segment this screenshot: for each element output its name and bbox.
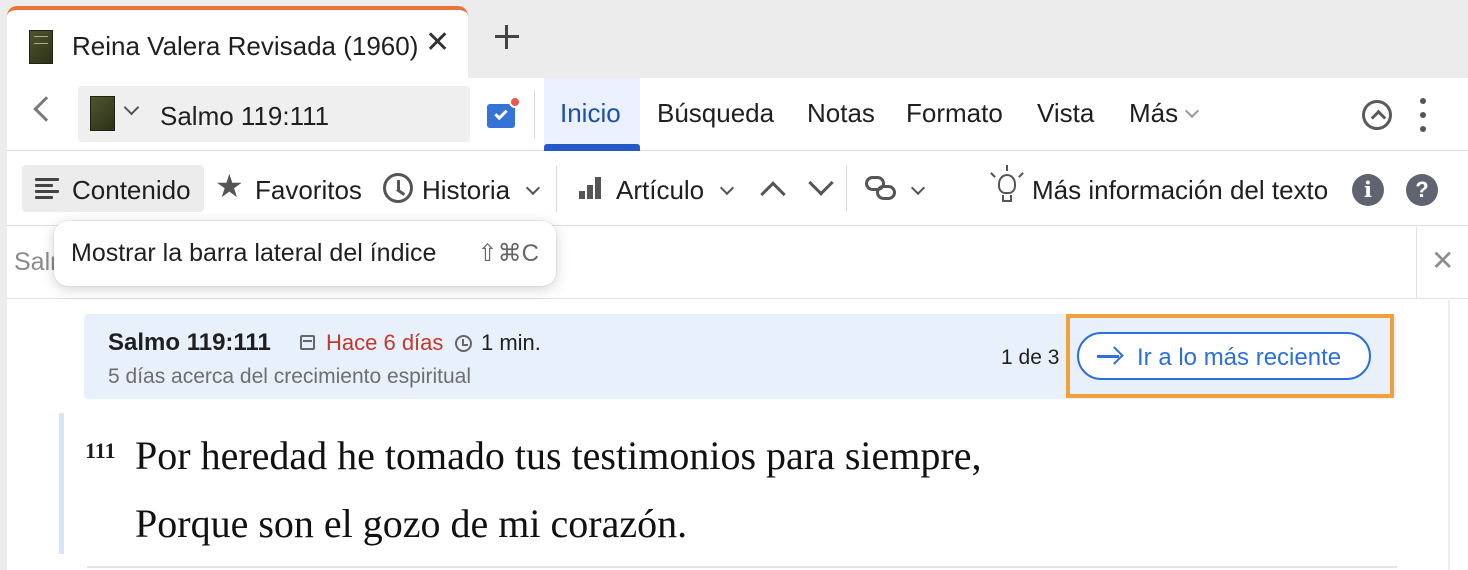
- help-icon[interactable]: ?: [1406, 174, 1438, 206]
- verse-line-2[interactable]: Porque son el gozo de mi corazón.: [135, 500, 687, 547]
- back-chevron-icon[interactable]: [33, 96, 59, 122]
- scrollbar[interactable]: [1448, 300, 1450, 570]
- collapse-up-icon[interactable]: [1362, 100, 1392, 130]
- notification-dot-icon: [509, 96, 521, 108]
- reference-text[interactable]: Salmo 119:111: [160, 101, 329, 132]
- articulo-button[interactable]: Artículo: [616, 175, 704, 206]
- link-icon[interactable]: [865, 176, 899, 202]
- list-icon: [35, 178, 59, 200]
- chevron-down-icon[interactable]: [123, 99, 140, 116]
- more-options-icon[interactable]: [1420, 98, 1426, 132]
- reader-panel: Salmo 119:111 Inicio Búsqueda Notas Form…: [7, 78, 1468, 570]
- reference-selector[interactable]: Salmo 119:111: [78, 86, 470, 142]
- divider: [556, 166, 557, 212]
- tooltip: Mostrar la barra lateral del índice ⇧⌘C: [54, 221, 556, 286]
- contenido-button[interactable]: Contenido: [22, 165, 204, 212]
- verse-highlight-bar: [59, 413, 64, 554]
- verse-line-1[interactable]: Por heredad he tomado tus testimonios pa…: [135, 432, 981, 479]
- navigation-bar: Salmo 119:111 Inicio Búsqueda Notas Form…: [7, 78, 1468, 151]
- document-tab[interactable]: Reina Valera Revisada (1960) ✕: [7, 6, 468, 78]
- tab-mas[interactable]: Más: [1129, 98, 1178, 129]
- tooltip-text: Mostrar la barra lateral del índice: [71, 239, 437, 267]
- chevron-down-icon[interactable]: [808, 170, 834, 196]
- mas-informacion-button[interactable]: Más información del texto: [1032, 175, 1328, 206]
- historia-button[interactable]: Historia: [422, 175, 510, 206]
- plus-icon[interactable]: [492, 22, 522, 52]
- reading-content: Salmo 119:111 Hace 6 días 1 min. 5 días …: [7, 300, 1468, 570]
- close-icon[interactable]: ✕: [425, 28, 450, 58]
- divider: [534, 90, 535, 138]
- divider: [846, 166, 847, 212]
- divider: [87, 566, 1397, 568]
- close-icon[interactable]: ✕: [1431, 247, 1454, 275]
- banner-reference: Salmo 119:111: [108, 329, 271, 356]
- go-to-latest-button[interactable]: Ir a lo más reciente: [1077, 332, 1371, 380]
- verse-number: 111: [85, 438, 116, 463]
- divider: [1416, 227, 1417, 299]
- article-bars-icon: [579, 177, 603, 199]
- go-to-latest-label: Ir a lo más reciente: [1137, 344, 1342, 371]
- chevron-down-icon[interactable]: [910, 180, 926, 196]
- banner-date: Hace 6 días: [326, 330, 444, 355]
- keyboard-shortcut: ⇧⌘C: [477, 240, 539, 267]
- tab-formato[interactable]: Formato: [906, 98, 1003, 129]
- tab-inicio[interactable]: Inicio: [560, 98, 621, 129]
- tab-title: Reina Valera Revisada (1960): [72, 31, 419, 61]
- info-icon[interactable]: i: [1352, 174, 1384, 206]
- banner-duration: 1 min.: [481, 330, 541, 355]
- book-cover-icon: [29, 30, 53, 64]
- banner-subtitle: 5 días acerca del crecimiento espiritual: [108, 365, 472, 388]
- contenido-label: Contenido: [72, 175, 191, 205]
- tab-busqueda[interactable]: Búsqueda: [657, 98, 774, 129]
- calendar-icon: [300, 335, 315, 350]
- chevron-down-icon[interactable]: [719, 180, 735, 196]
- tab-vista[interactable]: Vista: [1037, 98, 1094, 129]
- chevron-up-icon[interactable]: [760, 181, 786, 207]
- toolbar: Contenido ★ Favoritos Historia Artículo: [7, 152, 1468, 226]
- banner-count: 1 de 3: [1001, 346, 1060, 369]
- arrow-right-icon: [1097, 346, 1124, 366]
- tab-notas[interactable]: Notas: [807, 98, 875, 129]
- favoritos-button[interactable]: Favoritos: [255, 175, 362, 206]
- chevron-down-icon[interactable]: [1184, 103, 1200, 119]
- chevron-down-icon[interactable]: [525, 180, 541, 196]
- book-cover-icon: [90, 96, 115, 131]
- lightbulb-icon: [990, 165, 1024, 206]
- star-icon[interactable]: ★: [215, 170, 244, 202]
- active-tab-indicator: [544, 144, 640, 151]
- reading-plan-calendar-icon[interactable]: [487, 96, 521, 128]
- history-icon[interactable]: [383, 173, 413, 203]
- tab-strip: Reina Valera Revisada (1960) ✕: [0, 0, 1468, 78]
- clock-icon: [455, 335, 472, 352]
